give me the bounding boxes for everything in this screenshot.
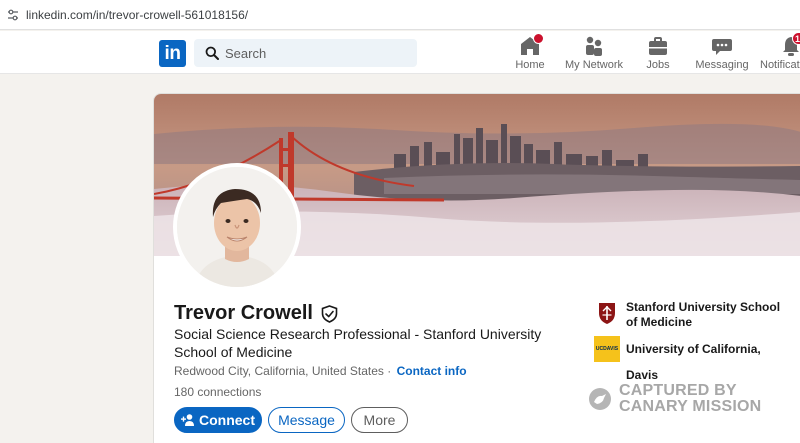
messaging-icon	[711, 35, 733, 57]
verified-shield-icon[interactable]	[321, 304, 338, 323]
stanford-shield-icon	[599, 303, 615, 324]
connect-button[interactable]: Connect	[174, 407, 262, 433]
watermark-text: CAPTURED BY CANARY MISSION	[619, 383, 761, 415]
home-icon	[519, 33, 544, 57]
briefcase-icon	[647, 35, 669, 57]
avatar-portrait	[177, 167, 297, 287]
location-row: Redwood City, California, United States …	[174, 364, 467, 378]
nav-label-notifications: Notificati	[760, 59, 800, 71]
nav-label-jobs: Jobs	[646, 59, 670, 71]
connections-count[interactable]: 180 connections	[174, 385, 261, 399]
url-text[interactable]: linkedin.com/in/trevor-crowell-561018156…	[26, 8, 248, 22]
contact-info-link[interactable]: Contact info	[397, 364, 467, 378]
profile-headline: Social Science Research Professional - S…	[174, 326, 542, 360]
bell-icon: 12	[780, 32, 800, 57]
search-input[interactable]: Search	[194, 39, 417, 67]
more-button[interactable]: More	[351, 407, 408, 433]
notification-dot	[533, 33, 544, 44]
ucdavis-logo-text: UCDAVIS	[595, 346, 619, 352]
profile-name: Trevor Crowell	[174, 302, 313, 324]
ucdavis-logo: UCDAVIS	[594, 336, 620, 362]
nav-label-my-network: My Network	[564, 59, 624, 71]
education-item-ucdavis[interactable]: UCDAVIS University of California, Davis	[594, 336, 786, 388]
profile-card: Trevor Crowell Social Science Research P…	[153, 93, 800, 443]
canary-bird-icon	[589, 388, 611, 410]
watermark-line2: CANARY MISSION	[619, 398, 762, 415]
connect-label: Connect	[199, 412, 255, 428]
browser-url-bar[interactable]: linkedin.com/in/trevor-crowell-561018156…	[0, 0, 800, 30]
tune-icon[interactable]	[7, 9, 19, 21]
search-placeholder: Search	[225, 46, 267, 61]
education-name-ucdavis: University of California, Davis	[626, 342, 761, 382]
nav-item-my-network[interactable]: My Network	[558, 35, 630, 71]
network-icon	[583, 35, 605, 57]
add-person-icon	[181, 414, 194, 427]
nav-label-messaging: Messaging	[695, 59, 749, 71]
education-name-stanford: Stanford University School of Medicine	[626, 300, 781, 329]
name-row: Trevor Crowell	[174, 302, 338, 325]
nav-label-home: Home	[515, 59, 545, 71]
linkedin-logo[interactable]: in	[159, 40, 186, 67]
nav-item-messaging[interactable]: Messaging	[686, 35, 758, 71]
nav-item-notifications[interactable]: 12 Notificati	[750, 32, 800, 71]
nav-item-jobs[interactable]: Jobs	[622, 35, 694, 71]
canary-mission-watermark: CAPTURED BY CANARY MISSION	[588, 383, 761, 415]
top-nav: in Search Home My Network Jobs Messaging…	[0, 31, 800, 74]
watermark-line1: CAPTURED BY	[619, 382, 737, 399]
profile-photo[interactable]	[173, 163, 301, 291]
message-button[interactable]: Message	[268, 407, 345, 433]
notification-count-badge: 12	[792, 32, 800, 45]
location-separator: ·	[387, 364, 392, 378]
profile-location: Redwood City, California, United States	[174, 364, 384, 378]
education-item-stanford[interactable]: Stanford University School of Medicine	[594, 300, 786, 330]
search-icon	[205, 46, 219, 60]
nav-item-home[interactable]: Home	[494, 33, 566, 71]
